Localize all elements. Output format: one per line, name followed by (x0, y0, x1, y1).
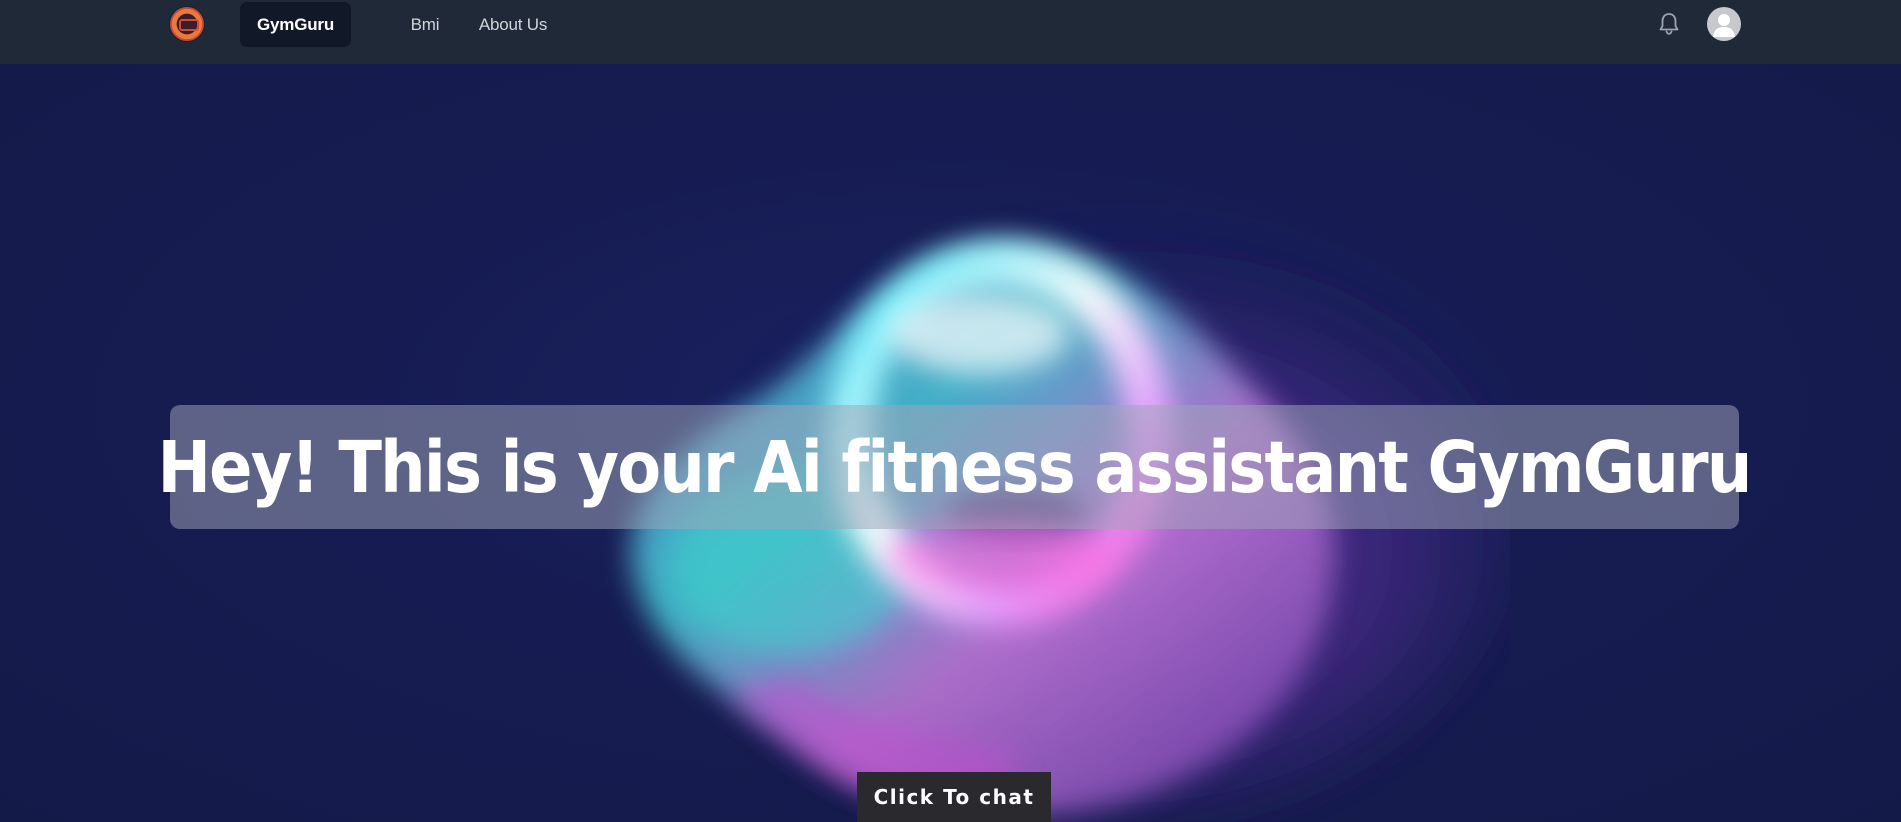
nav-item-bmi[interactable]: Bmi (385, 2, 465, 47)
user-avatar-icon[interactable] (1707, 7, 1741, 41)
click-to-chat-button[interactable]: Click To chat (857, 772, 1051, 822)
hero-headline: Hey! This is your Ai fitness assistant G… (157, 425, 1753, 509)
hero-section: Hey! This is your Ai fitness assistant G… (0, 64, 1901, 822)
top-navbar: GymGuru Bmi About Us (0, 0, 1901, 64)
nav-item-gymguru[interactable]: GymGuru (240, 2, 351, 47)
bell-icon[interactable] (1655, 10, 1683, 38)
nav-item-about-us[interactable]: About Us (458, 2, 568, 47)
gymguru-logo-icon[interactable] (170, 7, 204, 41)
headline-banner: Hey! This is your Ai fitness assistant G… (158, 405, 1753, 529)
